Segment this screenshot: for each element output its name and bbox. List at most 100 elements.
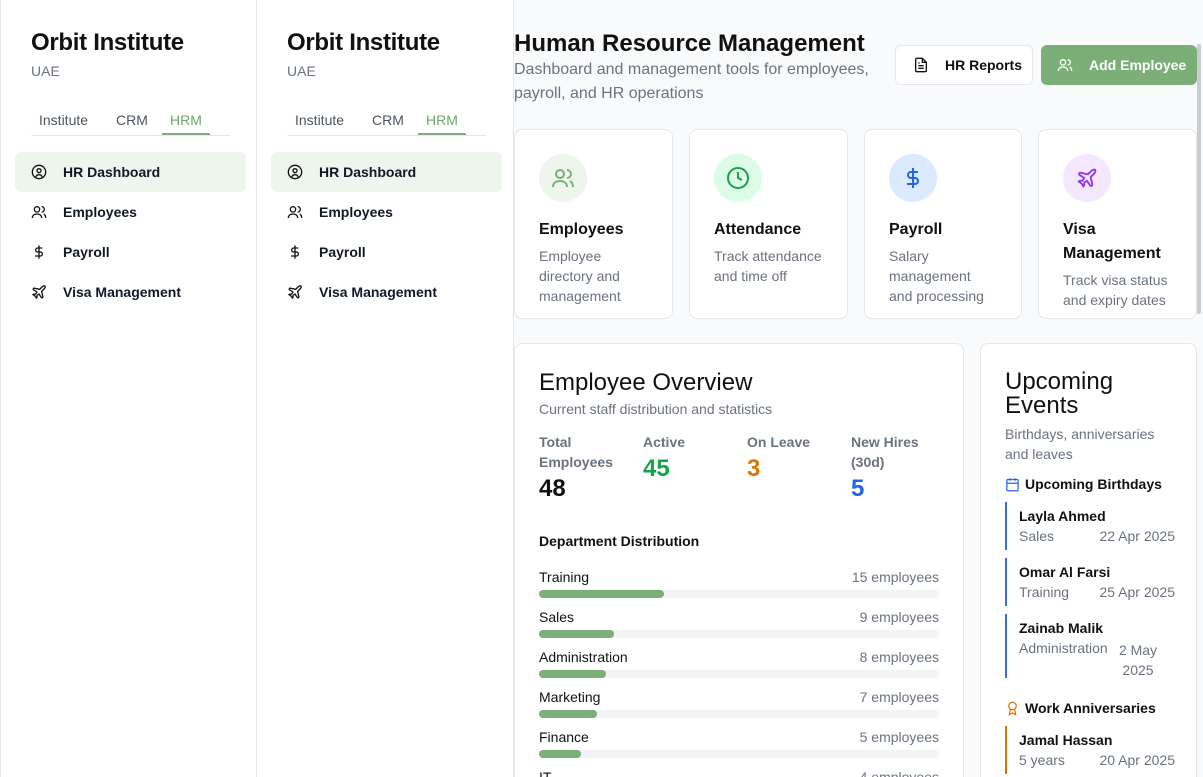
department-bar-fill	[539, 630, 614, 638]
department-bar-fill	[539, 750, 581, 758]
card-payroll[interactable]: Payroll Salary management and processing	[864, 129, 1022, 319]
department-distribution-heading: Department Distribution	[539, 533, 700, 549]
sidebar-item-visa-management[interactable]: Visa Management	[271, 272, 502, 312]
card-attendance[interactable]: Attendance Track attendance and time off	[689, 129, 848, 319]
department-count: 4 employees	[859, 769, 939, 777]
tab-hrm[interactable]: HRM	[426, 112, 458, 128]
stat-label: Total Employees	[539, 434, 613, 470]
sidebar-secondary: Orbit Institute UAE Institute CRM HRM HR…	[257, 0, 514, 777]
birthdays-heading-label: Upcoming Birthdays	[1025, 476, 1162, 492]
calendar-icon	[1005, 477, 1020, 492]
stat-label: Active	[643, 434, 686, 450]
clock-icon	[714, 154, 762, 202]
plane-icon	[287, 284, 303, 300]
dollar-icon	[889, 154, 937, 202]
active-tab-indicator	[418, 133, 466, 135]
events-title: Upcoming Events	[1005, 368, 1114, 419]
tab-institute[interactable]: Institute	[39, 112, 88, 128]
sidebar-primary: Orbit Institute UAE Institute CRM HRM HR…	[0, 0, 257, 777]
sidebar-item-hr-dashboard[interactable]: HR Dashboard	[271, 152, 502, 192]
users-icon	[31, 204, 47, 220]
department-row: Training 15 employees	[539, 569, 939, 609]
brand-name: Orbit Institute	[31, 29, 184, 56]
add-employee-button[interactable]: Add Employee	[1041, 45, 1197, 85]
sidebar-item-employees[interactable]: Employees	[15, 192, 246, 232]
stat-value: 48	[539, 475, 566, 502]
tab-crm[interactable]: CRM	[372, 112, 404, 128]
employee-overview-panel: Employee Overview Current staff distribu…	[514, 343, 964, 777]
sidebar-item-visa-management[interactable]: Visa Management	[15, 272, 246, 312]
plane-icon	[1063, 154, 1111, 202]
stat-on-leave: On Leave 3	[747, 432, 837, 484]
user-circle-icon	[31, 164, 47, 180]
department-bar-fill	[539, 710, 598, 718]
stat-value: 3	[747, 455, 761, 482]
department-name: Training	[539, 569, 590, 585]
event-date: 25 Apr 2025	[1099, 584, 1175, 600]
scrollbar[interactable]	[1197, 44, 1201, 314]
event-accent-bar	[1005, 502, 1007, 550]
anniversary-item: Jamal Hassan 5 years 20 Apr 2025	[1005, 726, 1175, 774]
sidebar-item-label: Employees	[63, 204, 137, 220]
tab-institute[interactable]: Institute	[295, 112, 344, 128]
event-person-name: Layla Ahmed	[1019, 508, 1106, 524]
sidebar-item-label: Payroll	[319, 244, 366, 260]
users-icon	[539, 154, 587, 202]
user-circle-icon	[287, 164, 303, 180]
sidebar-item-payroll[interactable]: Payroll	[271, 232, 502, 272]
brand-region: UAE	[31, 63, 60, 79]
department-bar-track	[539, 710, 939, 718]
department-bar-track	[539, 590, 939, 598]
events-subtitle: Birthdays, anniversaries and leaves	[1005, 426, 1155, 462]
upcoming-events-panel: Upcoming Events Birthdays, anniversaries…	[980, 343, 1197, 777]
department-bar-fill	[539, 590, 664, 598]
card-description: Salary management and processing	[889, 248, 984, 304]
sidebar-item-label: HR Dashboard	[63, 164, 161, 180]
active-tab-indicator	[162, 133, 210, 135]
sidebar-item-hr-dashboard[interactable]: HR Dashboard	[15, 152, 246, 192]
event-date: 22 Apr 2025	[1099, 528, 1175, 544]
event-department: Administration	[1019, 640, 1108, 656]
file-text-icon	[913, 57, 929, 73]
department-count: 5 employees	[859, 729, 939, 745]
sidebar-item-employees[interactable]: Employees	[271, 192, 502, 232]
tab-hrm[interactable]: HRM	[170, 112, 202, 128]
hr-reports-label: HR Reports	[945, 57, 1023, 73]
event-accent-bar	[1005, 726, 1007, 774]
sidebar-item-label: Visa Management	[319, 284, 438, 300]
card-title: Payroll	[889, 221, 943, 238]
stat-label: On Leave	[747, 434, 811, 450]
plane-icon	[31, 284, 47, 300]
birthdays-heading: Upcoming Birthdays	[1005, 476, 1162, 492]
card-title: Employees	[539, 221, 624, 238]
overview-subtitle: Current staff distribution and statistic…	[539, 401, 773, 417]
hr-reports-button[interactable]: HR Reports	[895, 45, 1033, 85]
card-description: Track visa status and expiry dates	[1063, 272, 1168, 308]
department-bar-track	[539, 630, 939, 638]
card-employees[interactable]: Employees Employee directory and managem…	[514, 129, 673, 319]
event-department: Sales	[1019, 528, 1055, 544]
brand-name: Orbit Institute	[287, 29, 440, 56]
event-years: 5 years	[1019, 752, 1065, 768]
anniversaries-heading: Work Anniversaries	[1005, 700, 1156, 716]
card-title: Visa Management	[1063, 221, 1161, 262]
department-name: Administration	[539, 649, 628, 665]
card-description: Employee directory and management	[539, 248, 621, 304]
stat-active: Active 45	[643, 432, 733, 484]
page-subtitle: Dashboard and management tools for emplo…	[514, 61, 869, 102]
stat-label: New Hires (30d)	[851, 434, 919, 470]
tab-crm[interactable]: CRM	[116, 112, 148, 128]
users-icon	[287, 204, 303, 220]
department-count: 8 employees	[859, 649, 939, 665]
sidebar-item-payroll[interactable]: Payroll	[15, 232, 246, 272]
event-person-name: Zainab Malik	[1019, 620, 1104, 636]
department-name: Finance	[539, 729, 589, 745]
department-row: IT 4 employees	[539, 769, 939, 777]
stat-value: 5	[851, 475, 865, 502]
department-name: IT	[539, 769, 552, 777]
brand-region: UAE	[287, 63, 316, 79]
stat-new-hires: New Hires (30d) 5	[851, 432, 941, 504]
card-visa-management[interactable]: Visa Management Track visa status and ex…	[1038, 129, 1197, 319]
event-person-name: Omar Al Farsi	[1019, 564, 1111, 580]
department-row: Administration 8 employees	[539, 649, 939, 689]
